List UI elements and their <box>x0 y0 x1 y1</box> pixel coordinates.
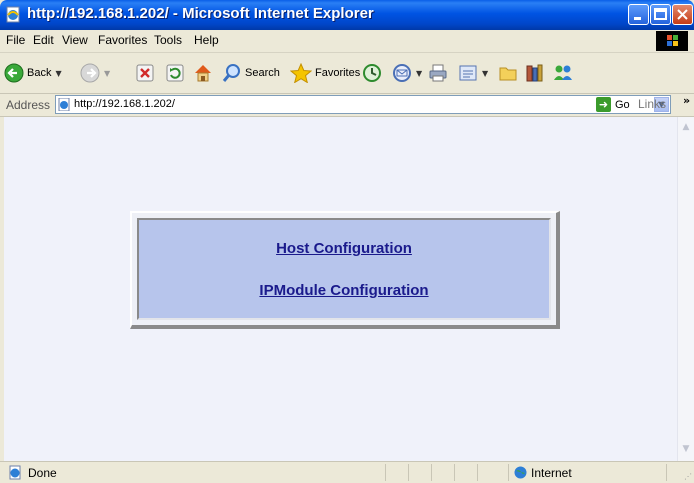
favorites-label: Favorites <box>315 67 361 79</box>
print-button[interactable] <box>428 62 448 84</box>
host-configuration-link[interactable]: Host Configuration <box>139 240 549 257</box>
menu-view[interactable]: View <box>62 33 88 47</box>
maximize-button[interactable] <box>650 4 671 25</box>
title-bar[interactable]: http://192.168.1.202/ - Microsoft Intern… <box>0 0 694 30</box>
menu-help[interactable]: Help <box>194 33 219 47</box>
security-zone: Internet <box>531 466 572 480</box>
close-icon <box>677 9 688 20</box>
close-button[interactable] <box>672 4 693 25</box>
history-button[interactable] <box>362 62 382 84</box>
back-label: Back <box>27 67 52 79</box>
mail-icon <box>393 64 411 82</box>
forward-button[interactable]: ▼ <box>80 62 110 84</box>
internet-globe-icon <box>514 466 527 479</box>
messenger-icon <box>554 65 572 80</box>
back-button[interactable]: Back ▼ <box>4 62 62 84</box>
menu-edit[interactable]: Edit <box>33 33 54 47</box>
configuration-panel-inner: Host Configuration IPModule Configuratio… <box>137 218 551 320</box>
minimize-button[interactable] <box>628 4 649 25</box>
printer-icon <box>429 64 447 82</box>
address-bar: Address http://192.168.1.202/ ▼ ➜ Go Lin… <box>0 94 694 117</box>
maximize-icon <box>654 8 667 20</box>
go-label: Go <box>615 98 630 111</box>
refresh-icon <box>166 64 184 82</box>
menu-bar: File Edit View Favorites Tools Help <box>0 30 694 53</box>
menu-favorites[interactable]: Favorites <box>98 33 147 47</box>
status-divider <box>454 464 455 481</box>
vertical-scrollbar[interactable]: ▲ ▼ <box>677 117 694 461</box>
resize-grip-icon[interactable]: ⋰ <box>684 472 692 481</box>
windows-logo <box>656 31 688 51</box>
discuss-button[interactable] <box>498 62 518 84</box>
address-input[interactable]: http://192.168.1.202/ ▼ <box>55 95 671 114</box>
stop-button[interactable] <box>136 62 154 84</box>
history-icon <box>363 64 381 82</box>
windows-flag-icon <box>667 35 678 46</box>
menu-file[interactable]: File <box>6 33 25 47</box>
home-icon <box>195 65 211 82</box>
edit-button[interactable]: ▼ <box>458 62 488 84</box>
status-divider <box>508 464 509 481</box>
back-arrow-icon <box>4 63 24 83</box>
back-dropdown-icon[interactable]: ▼ <box>55 69 61 78</box>
messenger-button[interactable] <box>552 62 574 84</box>
search-icon <box>222 64 240 82</box>
search-button[interactable]: Search <box>222 62 280 84</box>
folder-icon <box>499 67 517 81</box>
research-books-icon <box>526 64 543 82</box>
home-button[interactable] <box>193 62 213 84</box>
forward-dropdown-icon[interactable]: ▼ <box>104 69 110 78</box>
page-done-icon <box>9 465 21 480</box>
menu-tools[interactable]: Tools <box>154 33 182 47</box>
mail-button[interactable]: ▼ <box>392 62 422 84</box>
links-toolbar[interactable]: Links <box>638 97 666 111</box>
scroll-up-icon[interactable]: ▲ <box>678 119 694 135</box>
status-divider <box>408 464 409 481</box>
window-title: http://192.168.1.202/ - Microsoft Intern… <box>27 5 374 22</box>
ie-page-icon <box>6 6 20 23</box>
search-label: Search <box>245 67 280 79</box>
status-bar: Done Internet ⋰ <box>0 461 694 483</box>
go-button[interactable]: ➜ Go <box>596 97 630 112</box>
scroll-down-icon[interactable]: ▼ <box>678 441 694 457</box>
ie-window: http://192.168.1.202/ - Microsoft Intern… <box>0 0 694 483</box>
status-divider <box>431 464 432 481</box>
mail-dropdown-icon[interactable]: ▼ <box>416 69 422 78</box>
edit-dropdown-icon[interactable]: ▼ <box>482 69 488 78</box>
favorites-star-icon <box>290 63 312 83</box>
page-icon <box>58 98 70 111</box>
forward-arrow-icon <box>80 63 100 83</box>
status-divider <box>477 464 478 481</box>
configuration-panel: Host Configuration IPModule Configuratio… <box>130 211 560 329</box>
address-url: http://192.168.1.202/ <box>74 98 175 110</box>
links-chevron-icon[interactable]: » <box>683 94 690 107</box>
minimize-icon <box>634 17 641 20</box>
stop-icon <box>136 64 154 82</box>
status-text: Done <box>28 466 57 480</box>
standard-toolbar: Back ▼ ▼ Search Favorites ▼ ▼ <box>0 53 694 94</box>
address-label: Address <box>6 98 51 112</box>
status-divider <box>666 464 667 481</box>
status-divider <box>385 464 386 481</box>
favorites-button[interactable]: Favorites <box>290 62 360 84</box>
refresh-button[interactable] <box>166 62 184 84</box>
go-arrow-icon: ➜ <box>596 97 611 112</box>
edit-page-icon <box>459 65 477 81</box>
page-content: Host Configuration IPModule Configuratio… <box>4 117 677 461</box>
research-button[interactable] <box>524 62 544 84</box>
ipmodule-configuration-link[interactable]: IPModule Configuration <box>139 282 549 299</box>
